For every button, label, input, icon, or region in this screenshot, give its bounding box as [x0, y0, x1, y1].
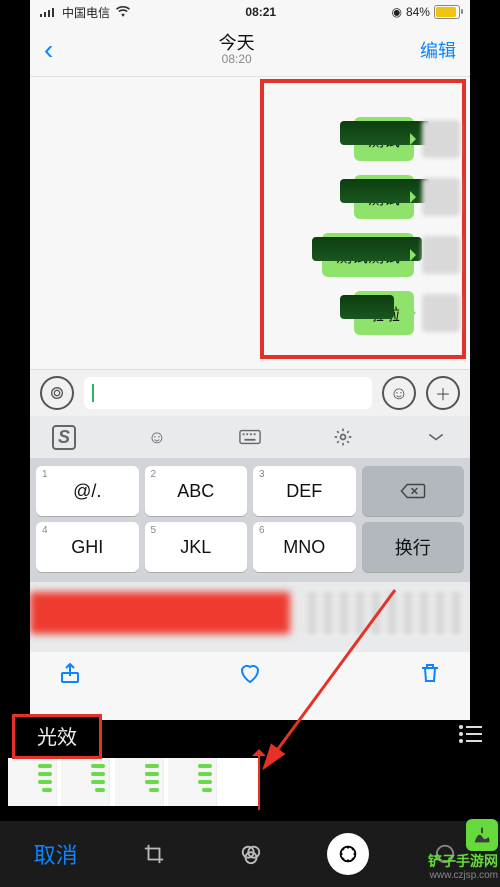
crop-tool-icon[interactable]: [133, 833, 175, 875]
text-cursor: [92, 384, 94, 402]
nav-subtitle: 08:20: [219, 53, 255, 67]
kb-keyboard-icon[interactable]: [230, 429, 270, 445]
phone-viewport: 中国电信 08:21 ◉ 84% ‹ 今天 08:20 编辑 测试: [30, 0, 470, 810]
nav-title: 今天: [219, 33, 255, 54]
message-input[interactable]: [84, 377, 372, 409]
keyboard-toolbar: S ☺: [30, 416, 470, 458]
trash-icon[interactable]: [418, 661, 442, 690]
avatar[interactable]: [422, 120, 460, 158]
list-icon[interactable]: [458, 724, 484, 750]
kb-settings-icon[interactable]: [323, 427, 363, 447]
battery-icon: [434, 5, 460, 19]
carrier-label: 中国电信: [62, 4, 110, 21]
chat-bubble[interactable]: 啦啦: [354, 291, 414, 335]
chat-input-bar: ☺ ＋: [30, 369, 470, 416]
battery-saver-icon: ◉: [391, 5, 401, 19]
kb-emoji-icon[interactable]: ☺: [137, 427, 177, 448]
message-row: 测试: [40, 117, 460, 161]
status-time: 08:21: [245, 5, 276, 19]
chat-bubble[interactable]: 测试测试: [322, 233, 414, 277]
plus-icon[interactable]: ＋: [426, 376, 460, 410]
battery-percent: 84%: [406, 5, 430, 19]
voice-input-icon[interactable]: [40, 376, 74, 410]
avatar[interactable]: [422, 178, 460, 216]
emoji-icon[interactable]: ☺: [382, 376, 416, 410]
status-bar: 中国电信 08:21 ◉ 84%: [30, 0, 470, 24]
markup-toolbar: [30, 652, 470, 698]
playhead[interactable]: [258, 750, 260, 810]
message-row: 测试测试: [40, 233, 460, 277]
cancel-button[interactable]: 取消: [34, 838, 78, 870]
filters-tool-icon[interactable]: [230, 833, 272, 875]
watermark-logo-icon: [466, 819, 498, 851]
wifi-icon: [116, 5, 130, 20]
editor-bottom-toolbar: 取消: [0, 821, 500, 887]
watermark-name: 铲子手游网: [428, 853, 498, 869]
signal-icon: [40, 7, 56, 17]
light-effects-label[interactable]: 光效: [12, 714, 102, 759]
chat-bubble[interactable]: 测试: [354, 117, 414, 161]
share-icon[interactable]: [58, 661, 82, 690]
chat-bubble[interactable]: 测试: [354, 175, 414, 219]
key-5[interactable]: 5JKL: [145, 522, 248, 572]
message-row: 测试: [40, 175, 460, 219]
key-4[interactable]: 4GHI: [36, 522, 139, 572]
key-3[interactable]: 3DEF: [253, 466, 356, 516]
avatar[interactable]: [422, 236, 460, 274]
edit-button[interactable]: 编辑: [420, 37, 456, 63]
sogou-icon[interactable]: S: [44, 425, 84, 450]
watermark: 铲子手游网 www.czjsp.com: [428, 819, 498, 881]
message-row: 啦啦: [40, 291, 460, 335]
back-button[interactable]: ‹: [44, 34, 53, 66]
watermark-url: www.czjsp.com: [428, 870, 498, 882]
key-2[interactable]: 2ABC: [145, 466, 248, 516]
key-backspace[interactable]: [362, 466, 465, 516]
key-1[interactable]: 1@/.: [36, 466, 139, 516]
navigation-bar: ‹ 今天 08:20 编辑: [30, 24, 470, 77]
redacted-row: [30, 582, 470, 652]
photo-editor-bar: 光效 取消: [0, 720, 500, 887]
heart-icon[interactable]: [238, 661, 262, 690]
kb-collapse-icon[interactable]: [416, 431, 456, 443]
chat-area: 测试 测试 测试测试 啦啦: [30, 77, 470, 369]
adjust-tool-icon[interactable]: [327, 833, 369, 875]
avatar[interactable]: [422, 294, 460, 332]
key-return[interactable]: 换行: [362, 522, 465, 572]
filmstrip[interactable]: [8, 758, 258, 806]
numeric-keypad: 1@/. 2ABC 3DEF 4GHI 5JKL 6MNO 换行: [30, 458, 470, 582]
key-6[interactable]: 6MNO: [253, 522, 356, 572]
